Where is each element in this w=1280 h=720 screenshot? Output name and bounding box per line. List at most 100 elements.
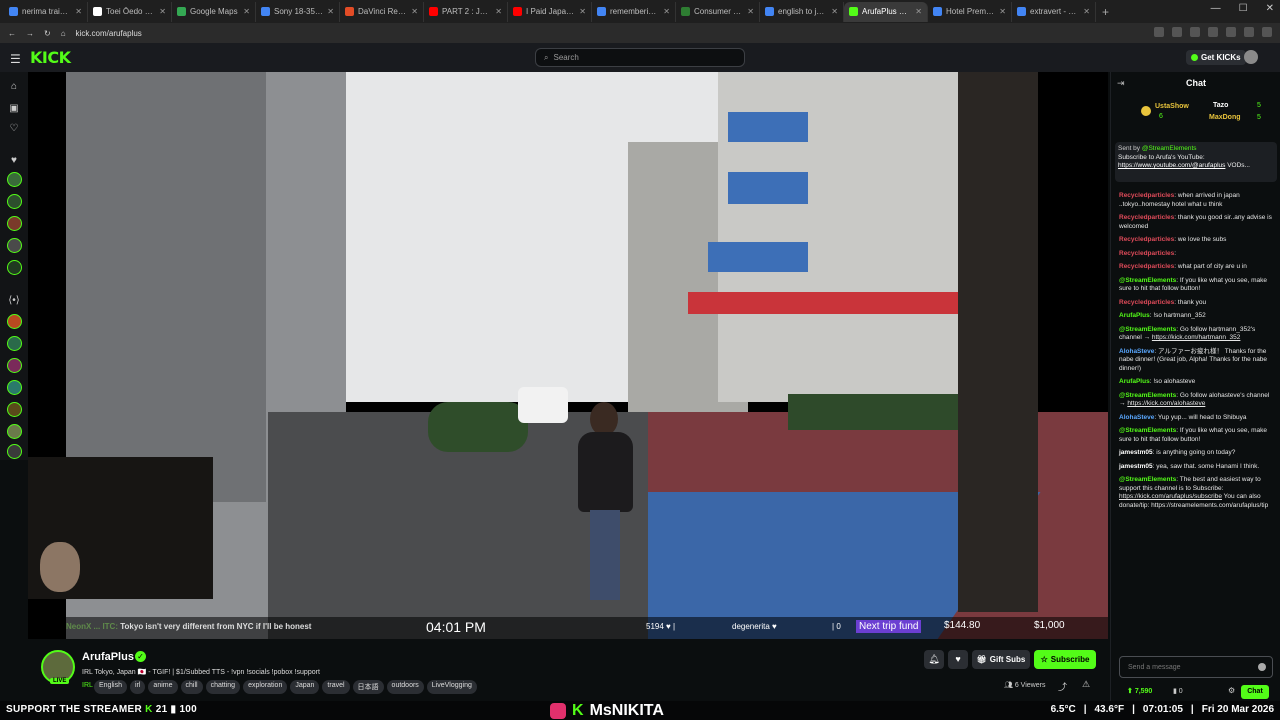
chat-username[interactable]: @StreamElements bbox=[1119, 427, 1176, 434]
stream-tag[interactable]: 日本語 bbox=[352, 680, 384, 694]
tab-close-icon[interactable]: ✕ bbox=[159, 7, 166, 16]
stream-tag[interactable]: English bbox=[94, 680, 127, 694]
close-icon[interactable]: ✕ bbox=[1266, 3, 1274, 14]
chat-username[interactable]: Recycledparticles bbox=[1119, 236, 1174, 243]
extension-icon[interactable] bbox=[1226, 27, 1236, 37]
chat-username[interactable]: ArufaPlus bbox=[1119, 312, 1150, 319]
stream-tag[interactable]: exploration bbox=[243, 680, 288, 694]
search-input[interactable]: ⌕ Search bbox=[535, 48, 745, 67]
stream-tag[interactable]: irl bbox=[129, 680, 146, 694]
pinned-user[interactable]: @StreamElements bbox=[1142, 145, 1197, 152]
tab-close-icon[interactable]: ✕ bbox=[915, 7, 922, 16]
minimize-icon[interactable]: — bbox=[1211, 3, 1221, 14]
stream-tag[interactable]: anime bbox=[148, 680, 178, 694]
tab-close-icon[interactable]: ✕ bbox=[495, 7, 502, 16]
home-icon[interactable]: ⌂ bbox=[61, 29, 66, 38]
tab-close-icon[interactable]: ✕ bbox=[1083, 7, 1090, 16]
home-nav-icon[interactable]: ⌂ bbox=[7, 80, 21, 94]
user-avatar[interactable] bbox=[1244, 50, 1258, 64]
chat-username[interactable]: jamestm05 bbox=[1119, 449, 1153, 456]
channel-points[interactable]: ⬆ 7,590 bbox=[1127, 687, 1152, 695]
notification-bell-button[interactable]: 🔔︎ bbox=[924, 650, 944, 669]
chat-settings-icon[interactable]: ⚙ bbox=[1228, 686, 1235, 695]
followed-channel-avatar[interactable] bbox=[7, 172, 22, 187]
recommended-channel-avatar[interactable] bbox=[7, 444, 22, 459]
leaderboard-name[interactable]: Tazo bbox=[1213, 102, 1228, 109]
recommended-channel-avatar[interactable] bbox=[7, 380, 22, 395]
browser-tab[interactable]: Hotel Premium Green ✕ bbox=[928, 1, 1012, 22]
browser-tab[interactable]: Consumer price inflati ✕ bbox=[676, 1, 760, 22]
chat-username[interactable]: Recycledparticles bbox=[1119, 263, 1174, 270]
tab-close-icon[interactable]: ✕ bbox=[999, 7, 1006, 16]
back-icon[interactable]: ← bbox=[8, 29, 16, 38]
extension-icon[interactable] bbox=[1208, 27, 1218, 37]
browser-tab[interactable]: Toei Ōedo Line - Wiki✕ bbox=[88, 1, 172, 22]
followed-channel-avatar[interactable] bbox=[7, 260, 22, 275]
tab-close-icon[interactable]: ✕ bbox=[579, 7, 586, 16]
gift-subs-button[interactable]: 🎁︎ Gift Subs bbox=[972, 650, 1030, 669]
send-chat-button[interactable]: Chat bbox=[1241, 685, 1269, 699]
browser-tab[interactable]: extravert - Google Se ✕ bbox=[1012, 1, 1096, 22]
share-icon[interactable]: ⤴ bbox=[1058, 680, 1067, 693]
chat-username[interactable]: Recycledparticles bbox=[1119, 192, 1174, 199]
url-field[interactable]: kick.com/arufaplus bbox=[76, 29, 142, 38]
chat-username[interactable]: Recycledparticles bbox=[1119, 250, 1174, 257]
chat-link[interactable]: https://kick.com/hartmann_352 bbox=[1152, 334, 1241, 341]
chat-username[interactable]: @StreamElements bbox=[1119, 277, 1176, 284]
follow-heart-button[interactable]: ♥ bbox=[948, 650, 968, 669]
stream-tag[interactable]: Japan bbox=[290, 680, 320, 694]
followed-channel-avatar[interactable] bbox=[7, 238, 22, 253]
favorites-icon[interactable]: ♥ bbox=[7, 154, 21, 168]
extension-icon[interactable] bbox=[1154, 27, 1164, 37]
extension-icon[interactable] bbox=[1244, 27, 1254, 37]
tab-close-icon[interactable]: ✕ bbox=[411, 7, 418, 16]
tab-close-icon[interactable]: ✕ bbox=[327, 7, 334, 16]
browser-tab[interactable]: nerima train line map ✕ bbox=[4, 1, 88, 22]
extension-icon[interactable] bbox=[1172, 27, 1182, 37]
tab-close-icon[interactable]: ✕ bbox=[243, 7, 250, 16]
browser-tab[interactable]: I Paid Japanese Peopl ✕ bbox=[508, 1, 592, 22]
chat-username[interactable]: jamestm05 bbox=[1119, 463, 1153, 470]
extension-icon[interactable] bbox=[1262, 27, 1272, 37]
browser-tab[interactable]: Google Maps ✕ bbox=[172, 1, 256, 22]
report-icon[interactable]: ⚠︎ bbox=[1082, 679, 1090, 690]
leaderboard-name[interactable]: UstaShow bbox=[1155, 103, 1189, 110]
browser-tab[interactable]: DaVinci Resolve — M ✕ bbox=[340, 1, 424, 22]
stream-tag[interactable]: LiveVlogging bbox=[426, 680, 477, 694]
chat-message-input[interactable]: Send a message bbox=[1119, 656, 1273, 678]
browser-tab[interactable]: PART 2 : Japan is curr ✕ bbox=[424, 1, 508, 22]
chat-username[interactable]: Recycledparticles bbox=[1119, 214, 1174, 221]
chat-username[interactable]: @StreamElements bbox=[1119, 326, 1176, 333]
following-nav-icon[interactable]: ♡ bbox=[7, 122, 21, 136]
pinned-link[interactable]: https://www.youtube.com/@arufaplus bbox=[1118, 162, 1225, 169]
chat-username[interactable]: AlohaSteve bbox=[1119, 414, 1154, 421]
kick-logo[interactable]: KICK bbox=[30, 48, 71, 67]
extension-icon[interactable] bbox=[1190, 27, 1200, 37]
recommended-channel-avatar[interactable] bbox=[7, 358, 22, 373]
reload-icon[interactable]: ↻ bbox=[44, 29, 51, 38]
stream-category[interactable]: IRL bbox=[82, 682, 93, 689]
channel-name[interactable]: ArufaPlus bbox=[82, 651, 134, 663]
stream-tag[interactable]: travel bbox=[322, 680, 350, 694]
followed-channel-avatar[interactable] bbox=[7, 194, 22, 209]
browser-tab[interactable]: english to japanese - ✕ bbox=[760, 1, 844, 22]
emoji-picker-icon[interactable] bbox=[1258, 663, 1266, 671]
recommended-channel-avatar[interactable] bbox=[7, 336, 22, 351]
leaderboard-name[interactable]: MaxDong bbox=[1209, 114, 1241, 121]
recommended-channel-avatar[interactable] bbox=[7, 402, 22, 417]
tab-close-icon[interactable]: ✕ bbox=[747, 7, 754, 16]
chat-username[interactable]: AlohaSteve bbox=[1119, 348, 1154, 355]
recommended-channel-avatar[interactable] bbox=[7, 424, 22, 439]
forward-icon[interactable]: → bbox=[26, 29, 34, 38]
stream-tag[interactable]: chatting bbox=[205, 680, 241, 694]
maximize-icon[interactable]: ☐ bbox=[1239, 3, 1248, 14]
menu-icon[interactable]: ☰ bbox=[10, 52, 21, 66]
chat-link[interactable]: https://kick.com/arufaplus/subscribe bbox=[1119, 493, 1222, 500]
chat-link[interactable]: https://kick.com/alohasteve bbox=[1127, 400, 1205, 407]
tab-close-icon[interactable]: ✕ bbox=[663, 7, 670, 16]
chat-username[interactable]: Recycledparticles bbox=[1119, 299, 1174, 306]
chat-username[interactable]: ArufaPlus bbox=[1119, 378, 1150, 385]
new-tab-button[interactable]: + bbox=[1102, 5, 1109, 19]
chat-username[interactable]: @StreamElements bbox=[1119, 392, 1176, 399]
recommended-channel-avatar[interactable] bbox=[7, 314, 22, 329]
